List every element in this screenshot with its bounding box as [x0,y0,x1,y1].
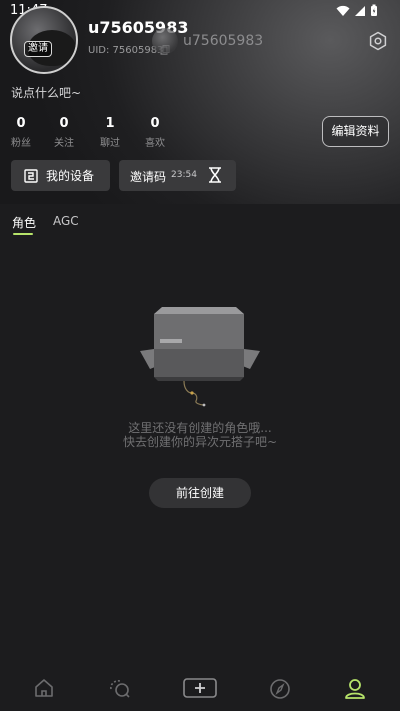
hourglass-icon [209,167,221,183]
empty-box-icon [140,307,260,407]
avatar[interactable]: 邀请 [10,6,78,74]
stat-label: 关注 [54,138,74,149]
chat-icon[interactable] [108,677,132,699]
stat-label: 粉丝 [11,138,31,149]
discover-icon[interactable] [268,677,292,701]
uid-text: UID: 75605983 [88,45,164,56]
invite-timer: 23:54 [171,170,197,180]
invite-tag: 邀请 [24,41,52,57]
tab-characters[interactable]: 角色 [12,214,36,231]
device-icon [24,168,38,183]
bottom-nav [0,670,400,711]
secondary-avatar [152,28,178,54]
tab-underline [13,233,33,235]
status-icons [336,4,378,17]
stat-value: 0 [59,116,69,131]
secondary-username: u75605983 [183,33,264,49]
my-device-button[interactable]: 我的设备 [11,160,110,191]
tab-agc[interactable]: AGC [53,214,79,228]
wifi-icon [336,5,350,16]
my-device-label: 我的设备 [46,169,95,183]
stat-value: 0 [150,116,160,131]
home-icon[interactable] [33,677,55,699]
empty-state-line2: 快去创建你的异次元搭子吧~ [122,435,278,449]
stat-likes[interactable]: 0 喜欢 [142,116,168,149]
stat-label: 聊过 [100,138,120,149]
stat-fans[interactable]: 0 粉丝 [10,116,32,149]
settings-icon[interactable] [368,31,388,51]
profile-icon[interactable] [343,677,367,701]
signal-icon [355,5,365,16]
stats-row: 0 粉丝 0 关注 1 聊过 0 喜欢 [10,116,168,149]
content-tabs: 角色 AGC [0,204,400,235]
invite-code-label: 邀请码 [130,170,167,184]
bio-text[interactable]: 说点什么吧~ [11,84,81,101]
create-button[interactable]: 前往创建 [149,478,251,508]
add-icon[interactable] [183,677,217,699]
stat-label: 喜欢 [145,138,165,149]
stat-value: 0 [16,116,26,131]
edit-profile-button[interactable]: 编辑资料 [322,116,389,147]
invite-code-button[interactable]: 邀请码 23:54 [119,160,236,191]
battery-icon [371,4,377,16]
stat-value: 1 [105,116,115,131]
stat-chatted[interactable]: 1 聊过 [97,116,123,149]
stat-following[interactable]: 0 关注 [52,116,76,149]
